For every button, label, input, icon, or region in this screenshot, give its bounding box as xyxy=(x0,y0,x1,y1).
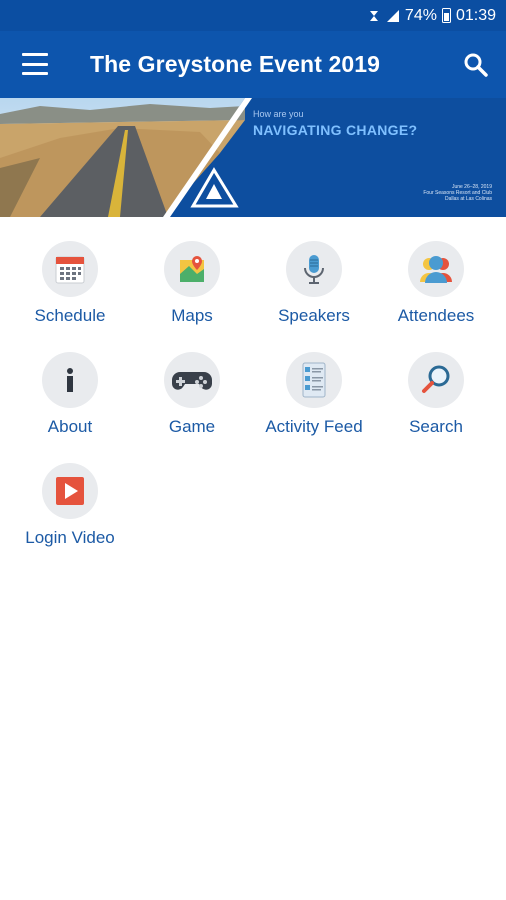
battery-percent: 74% xyxy=(404,6,437,24)
menu-item-label: Attendees xyxy=(397,306,475,325)
app-title: The Greystone Event 2019 xyxy=(90,51,381,77)
banner-city: Dallas at Las Colinas xyxy=(445,196,492,202)
menu-item-attendees[interactable]: Attendees xyxy=(371,217,501,325)
alarm-icon xyxy=(367,9,381,23)
calendar-icon xyxy=(42,241,98,297)
menu-item-label: Activity Feed xyxy=(265,417,363,436)
menu-item-login-video[interactable]: Login Video xyxy=(5,439,135,547)
map-icon xyxy=(164,241,220,297)
menu-item-activity-feed[interactable]: Activity Feed xyxy=(249,328,379,436)
menu-item-maps[interactable]: Maps xyxy=(127,217,257,325)
menu-item-label: About xyxy=(47,417,93,436)
battery-icon xyxy=(441,8,451,23)
menu-item-game[interactable]: Game xyxy=(127,328,257,436)
play-video-icon xyxy=(42,463,98,519)
people-icon xyxy=(408,241,464,297)
activity-feed-icon xyxy=(286,352,342,408)
menu-item-label: Login Video xyxy=(25,528,115,547)
event-banner[interactable]: How are you NAVIGATING CHANGE? June 26–2… xyxy=(0,98,506,217)
menu-item-speakers[interactable]: Speakers xyxy=(249,217,379,325)
menu-item-about[interactable]: About xyxy=(5,328,135,436)
banner-question: How are you xyxy=(253,109,304,119)
app-bar: The Greystone Event 2019 xyxy=(0,31,506,98)
menu-item-label: Game xyxy=(168,417,216,436)
menu-item-label: Search xyxy=(409,417,463,436)
status-bar: 74% 01:39 xyxy=(0,0,506,31)
search-icon[interactable] xyxy=(462,51,490,79)
banner-headline: NAVIGATING CHANGE? xyxy=(253,122,418,138)
menu-item-label: Schedule xyxy=(34,306,106,325)
gamepad-icon xyxy=(164,352,220,408)
magnifier-icon xyxy=(408,352,464,408)
menu-item-search[interactable]: Search xyxy=(371,328,501,436)
menu-item-schedule[interactable]: Schedule xyxy=(5,217,135,325)
hamburger-menu-icon[interactable] xyxy=(22,53,48,75)
menu-item-label: Maps xyxy=(171,306,213,325)
signal-icon xyxy=(386,9,400,23)
clock: 01:39 xyxy=(455,6,496,24)
menu-item-label: Speakers xyxy=(278,306,350,325)
microphone-icon xyxy=(286,241,342,297)
banner-details: June 26–28, 2019 Four Seasons Resort and… xyxy=(423,184,492,202)
info-icon xyxy=(42,352,98,408)
